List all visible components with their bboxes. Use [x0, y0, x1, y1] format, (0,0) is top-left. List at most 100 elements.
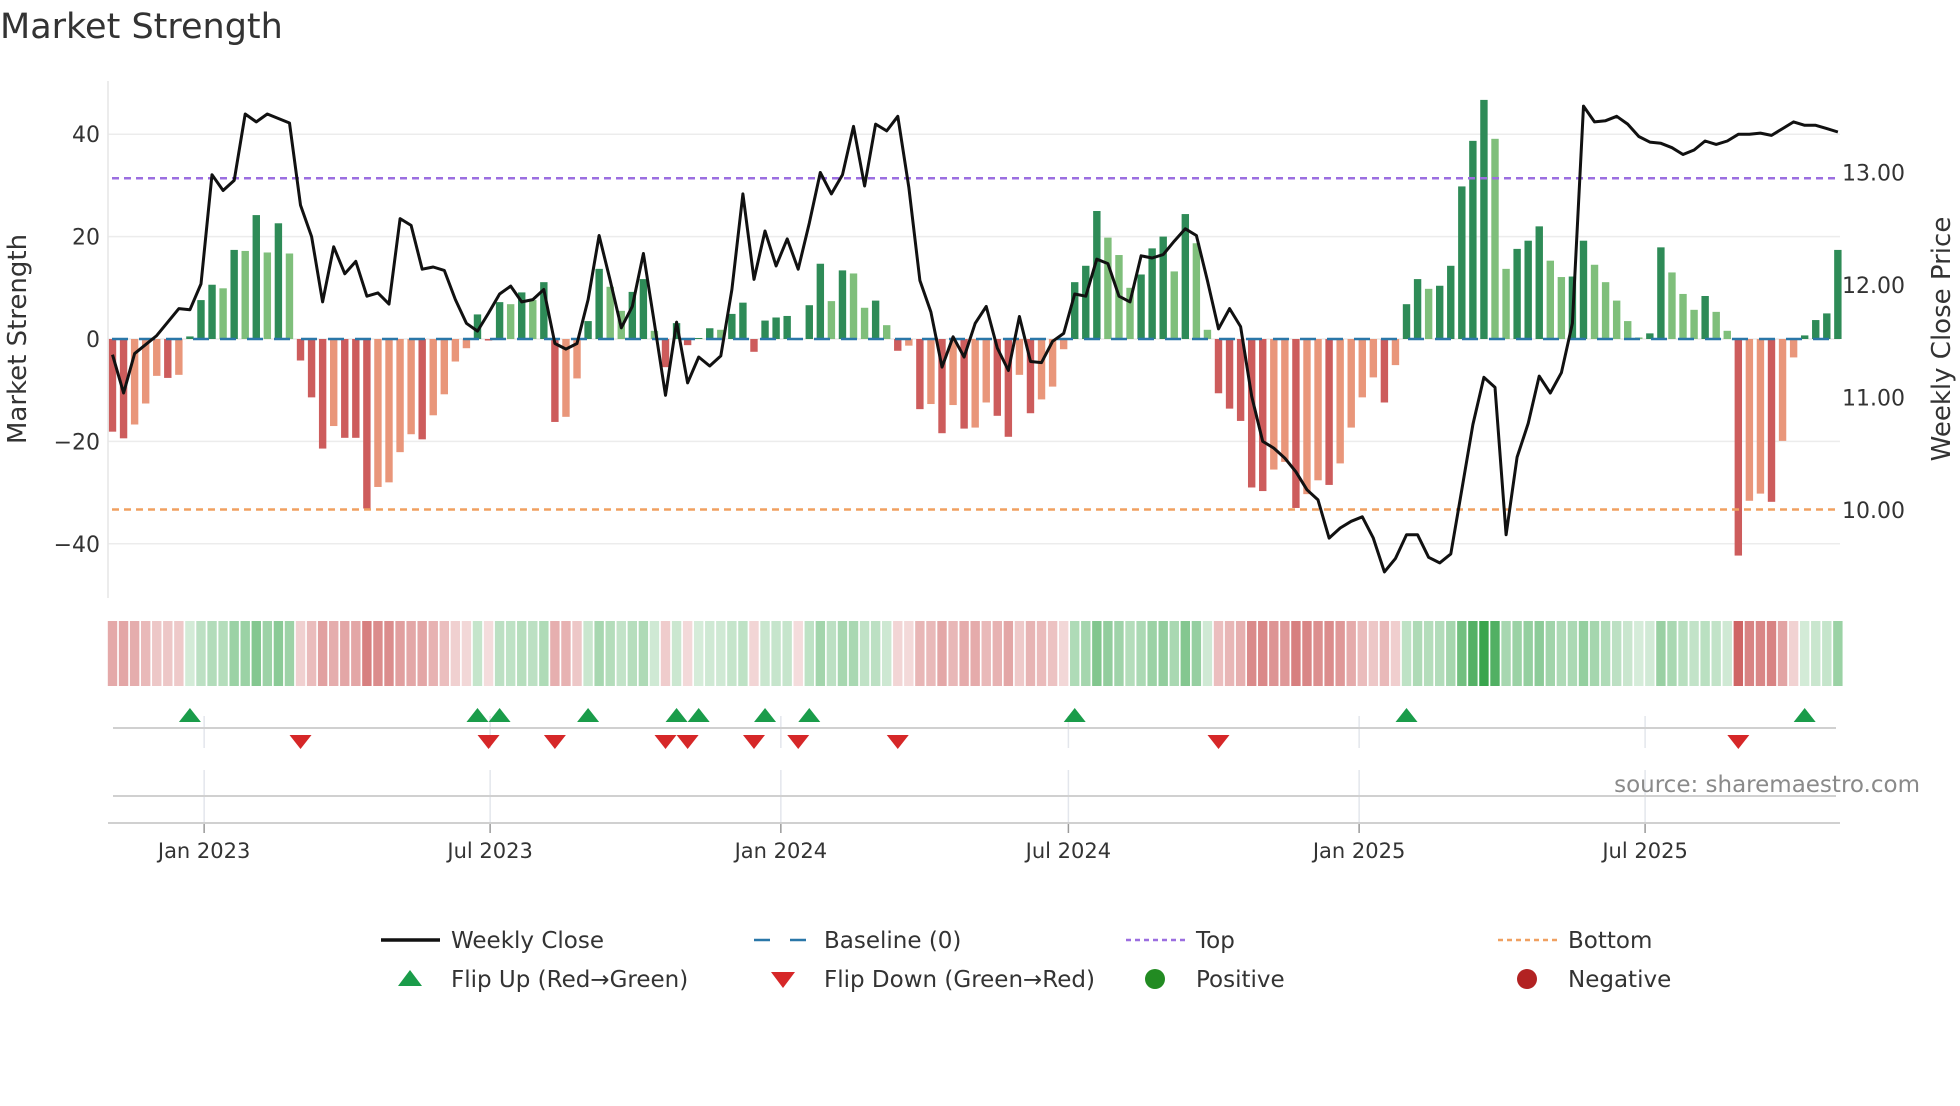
- heat-strip-cell: [1125, 621, 1135, 686]
- positive-bar: [506, 304, 515, 339]
- negative-bar: [1767, 339, 1776, 502]
- legend-label: Negative: [1568, 967, 1671, 993]
- heat-strip-cell: [716, 621, 726, 686]
- heat-strip-cell: [1501, 621, 1511, 686]
- heat-strip-cell: [450, 621, 461, 686]
- x-tick-label: Jul 2023: [445, 839, 532, 863]
- axes: 40 20 0 −20 −40 13.00 12.00 11.00 10.00 Jan 2023 J…: [54, 81, 1905, 863]
- legend-item-bottom: Bottom: [1498, 928, 1652, 954]
- positive-bar: [1535, 226, 1543, 339]
- heat-strip-cell: [1269, 621, 1279, 686]
- heat-strip-cell: [826, 621, 837, 686]
- positive-bar: [1469, 140, 1477, 339]
- negative-bar: [982, 339, 990, 403]
- positive-bar: [761, 320, 769, 339]
- heat-strip-cell: [461, 621, 472, 686]
- heat-strip-cell: [417, 621, 427, 686]
- y-axis-label: Market Strength: [3, 234, 33, 444]
- legend-item-positive: Positive: [1145, 967, 1285, 993]
- heat-strip-cell: [1324, 621, 1334, 686]
- x-tick-label: Jan 2025: [1311, 839, 1406, 863]
- heat-strip-cell: [771, 621, 781, 686]
- heat-strip-cell: [185, 621, 195, 686]
- heat-strip-cell: [207, 621, 217, 686]
- legend-item-top: Top: [1126, 928, 1235, 954]
- positive-bar: [728, 313, 736, 339]
- heat-strip-cell: [1490, 621, 1500, 686]
- heat-strip-cell: [1114, 621, 1124, 686]
- heat-strip-cell: [1744, 621, 1755, 686]
- heat-strip-cell: [1058, 621, 1069, 686]
- heat-strip-cell: [472, 621, 483, 686]
- heat-strip-cell: [981, 621, 991, 686]
- heat-strip-cell: [561, 621, 571, 686]
- heat-strip-cell: [1811, 621, 1821, 686]
- heat-strip-cell: [107, 621, 118, 686]
- source-annotation: source: sharemaestro.com: [1614, 772, 1920, 798]
- heat-strip-cell: [1446, 621, 1456, 686]
- positive-bar: [805, 305, 813, 339]
- heat-strip-cell: [904, 621, 914, 686]
- heat-strip-cell: [948, 621, 958, 686]
- negative-bar: [153, 339, 161, 376]
- heat-strip-cell: [1346, 621, 1356, 686]
- flip-up-marker: [1793, 708, 1816, 722]
- heat-strip-cell: [1335, 621, 1345, 686]
- heat-strip-cell: [240, 621, 250, 686]
- negative-bar: [396, 339, 404, 453]
- negative-bar: [1391, 339, 1400, 366]
- positive-bar: [1413, 279, 1422, 339]
- heat-strip-cell: [1357, 621, 1367, 686]
- heat-strip-cell: [959, 621, 969, 686]
- flip-up-marker: [488, 708, 511, 722]
- positive-bar: [1679, 293, 1687, 339]
- heat-strip-cell: [295, 621, 306, 686]
- heat-strip-cell: [317, 621, 328, 686]
- heat-strip-cell: [251, 621, 261, 686]
- positive-bar: [1170, 271, 1178, 339]
- positive-bar: [706, 328, 714, 339]
- heat-strip-cell: [1479, 621, 1489, 686]
- positive-bar: [274, 223, 283, 339]
- positive-bar: [241, 250, 249, 339]
- heat-strip-cell: [1147, 621, 1157, 686]
- negative-bar: [318, 339, 327, 449]
- heat-strip-cell: [1722, 621, 1732, 686]
- positive-bar: [1502, 268, 1510, 339]
- heat-strip-cell: [1545, 621, 1555, 686]
- positive-bar: [1723, 330, 1731, 339]
- negative-bar: [1745, 339, 1754, 501]
- y-tick-label: 0: [86, 328, 100, 353]
- y2-axis-label: Weekly Close Price: [1927, 217, 1957, 462]
- flip-down-marker: [543, 735, 566, 749]
- heat-strip-cell: [1457, 621, 1467, 686]
- negative-bar: [1314, 339, 1322, 481]
- flip-up-marker: [577, 708, 600, 722]
- heat-strip-cell: [572, 621, 582, 686]
- heat-strip-cell: [1412, 621, 1423, 686]
- negative-bar: [661, 339, 670, 368]
- legend-label: Flip Down (Green→Red): [824, 967, 1095, 993]
- y-tick-label: −20: [54, 430, 100, 455]
- positive-bar: [1203, 329, 1212, 339]
- triangle-down-icon: [771, 972, 795, 988]
- heat-strip-cell: [1280, 621, 1290, 686]
- legend-item-baseline: Baseline (0): [754, 928, 961, 954]
- heat-strip-cell: [782, 621, 792, 686]
- negative-bar: [1336, 339, 1344, 464]
- positive-bar: [860, 307, 869, 339]
- positive-bar: [838, 270, 847, 339]
- negative-bar: [551, 339, 559, 422]
- negative-bar: [429, 339, 437, 416]
- heat-strip-cell: [505, 621, 516, 686]
- heat-strip-cell: [837, 621, 848, 686]
- legend-item-close: Weekly Close: [381, 928, 604, 954]
- heat-strip-cell: [1733, 621, 1744, 686]
- heat-strip-cell: [1224, 621, 1235, 686]
- positive-bar: [1447, 265, 1455, 339]
- positive-bar: [1690, 309, 1698, 339]
- heat-strip-cell: [1258, 621, 1268, 686]
- heat-strip-cell: [152, 621, 162, 686]
- positive-bar: [208, 284, 216, 339]
- positive-bar: [1612, 300, 1621, 339]
